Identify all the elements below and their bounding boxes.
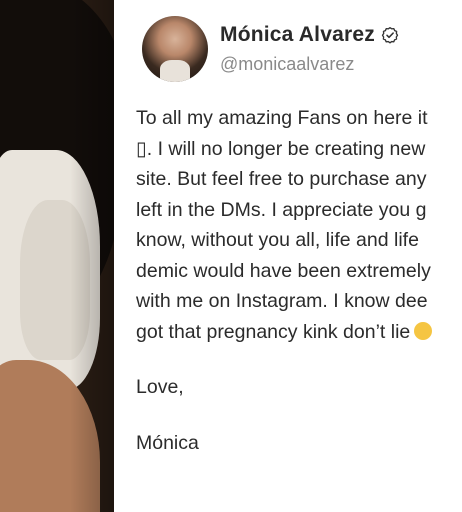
post-line-3: site. But feel free to purchase any: [136, 168, 427, 190]
post-line-5: know, without you all, life and life: [136, 229, 419, 251]
verified-check-icon: [381, 26, 399, 44]
smiling-emoji-icon: [414, 321, 433, 340]
post-header: Mónica Alvarez @monicaalvarez: [142, 16, 399, 82]
post-line-1: To all my amazing Fans on here it: [136, 107, 428, 129]
post-line-4: left in the DMs. I appreciate you g: [136, 198, 427, 221]
post-line-7: with me on Instagram. I know dee: [136, 290, 428, 312]
name-block: Mónica Alvarez @monicaalvarez: [220, 23, 399, 75]
display-name[interactable]: Mónica Alvarez: [220, 23, 375, 47]
post-body: To all my amazing Fans on here it ▯. I w…: [136, 103, 462, 458]
screenshot-stage: Mónica Alvarez @monicaalvarez To all my …: [0, 0, 462, 512]
post-line-6: demic would have been extremely: [136, 259, 431, 282]
post-line-2: ▯. I will no longer be creating new: [136, 137, 426, 160]
post-closing: Love,: [136, 376, 184, 398]
post-line-8-wrap: got that pregnancy kink don’t lie: [136, 317, 462, 348]
profile-photo-background: [0, 0, 120, 512]
avatar[interactable]: [142, 16, 208, 82]
user-handle[interactable]: @monicaalvarez: [220, 54, 399, 75]
post-card: Mónica Alvarez @monicaalvarez To all my …: [114, 0, 462, 512]
name-row: Mónica Alvarez: [220, 23, 399, 47]
photo-shadow: [70, 0, 120, 512]
post-line-8: got that pregnancy kink don’t lie: [136, 320, 411, 343]
post-signature: Mónica: [136, 431, 199, 454]
